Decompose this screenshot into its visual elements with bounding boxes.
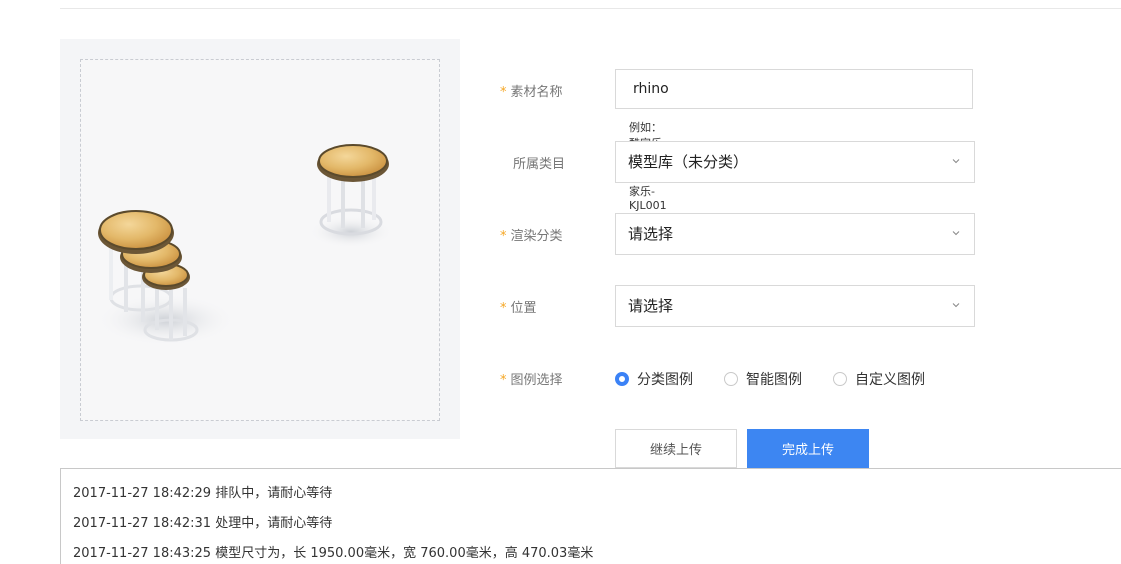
legend-label: * 图例选择 (500, 373, 563, 388)
top-divider (60, 8, 1121, 9)
radio-unchecked-icon (833, 372, 847, 386)
render-select[interactable]: 请选择 (615, 213, 975, 255)
stool-single (309, 144, 393, 248)
render-select-value: 请选择 (628, 225, 674, 243)
position-select[interactable]: 请选择 (615, 285, 975, 327)
model-preview-panel (60, 39, 460, 439)
required-mark: * (500, 85, 507, 100)
name-input[interactable]: rhino (615, 69, 973, 109)
log-line: 2017-11-27 18:42:31 处理中，请耐心等待 (73, 516, 333, 531)
chevron-down-icon (952, 159, 960, 164)
render-label: * 渲染分类 (500, 229, 563, 244)
model-preview-image (80, 59, 440, 421)
radio-checked-icon (615, 372, 629, 386)
legend-option-custom[interactable]: 自定义图例 (833, 369, 925, 389)
chevron-down-icon (952, 303, 960, 308)
legend-option-category[interactable]: 分类图例 (615, 369, 693, 389)
category-select[interactable]: 模型库（未分类） (615, 141, 975, 183)
radio-unchecked-icon (724, 372, 738, 386)
chevron-down-icon (952, 231, 960, 236)
category-label: 所属类目 (513, 157, 566, 172)
stool-nested-set (96, 210, 236, 346)
legend-option-smart[interactable]: 智能图例 (724, 369, 802, 389)
upload-log: 2017-11-27 18:42:29 排队中，请耐心等待 2017-11-27… (60, 468, 1121, 564)
category-select-value: 模型库（未分类） (628, 153, 749, 171)
finish-upload-button[interactable]: 完成上传 (747, 429, 869, 468)
position-label: * 位置 (500, 301, 537, 316)
position-select-value: 请选择 (628, 297, 674, 315)
upload-page: *素材名称 rhino 例如：酷家乐-双人床、酷家乐-KJL001 所属类目 模… (0, 0, 1121, 564)
continue-upload-button[interactable]: 继续上传 (615, 429, 737, 468)
name-label: * 素材名称 (500, 85, 563, 100)
log-line: 2017-11-27 18:42:29 排队中，请耐心等待 (73, 486, 333, 501)
log-line: 2017-11-27 18:43:25 模型尺寸为，长 1950.00毫米，宽 … (73, 546, 594, 561)
